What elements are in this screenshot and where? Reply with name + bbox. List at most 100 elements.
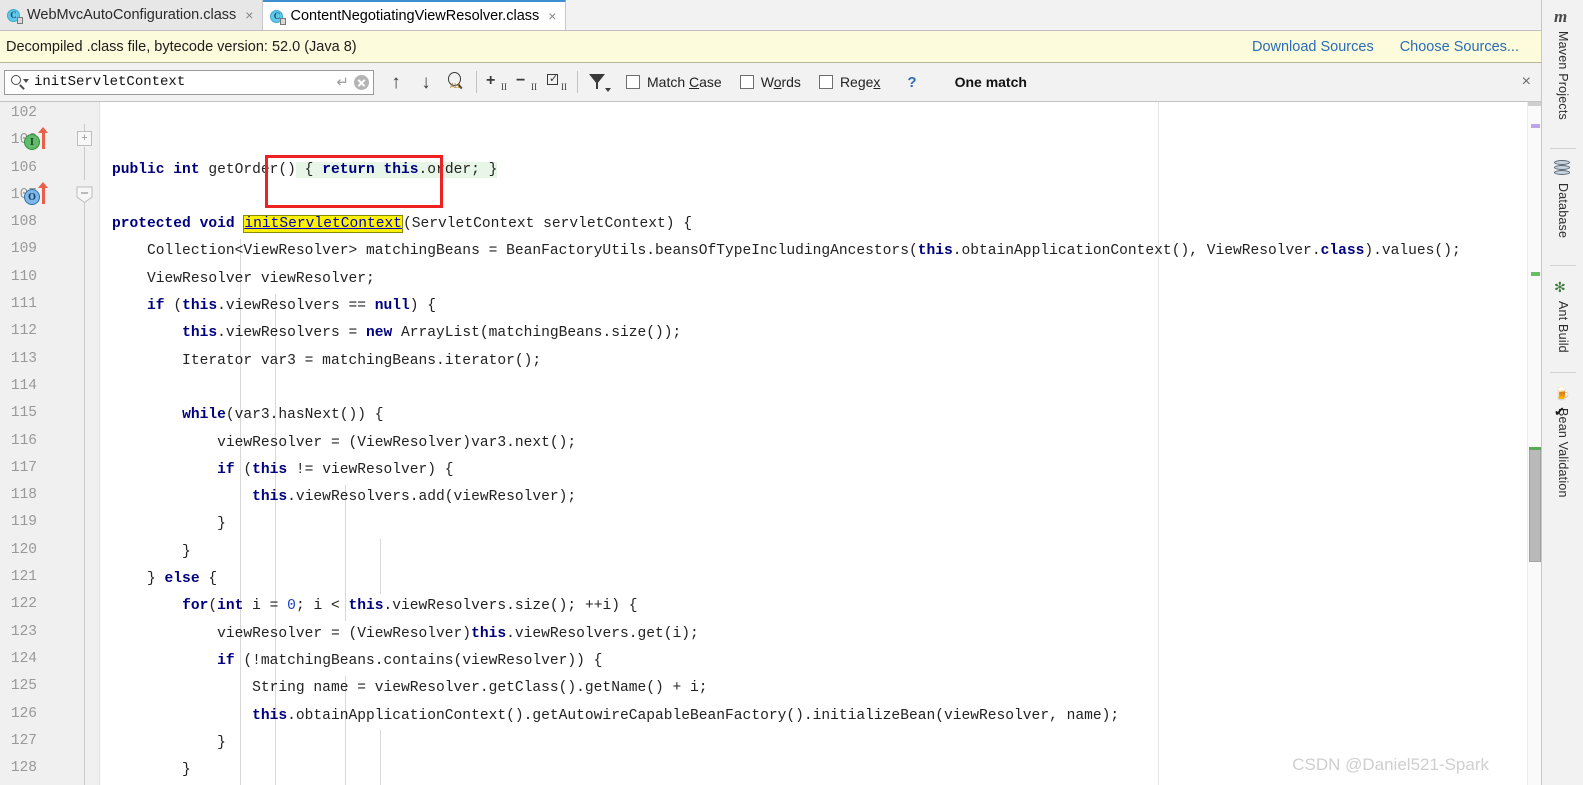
tab-close-icon[interactable]: × xyxy=(245,8,253,22)
line-number: 109 xyxy=(10,241,37,258)
occurrence-sub-glyph: II xyxy=(531,82,537,92)
code-line: viewResolver = (ViewResolver)this.viewRe… xyxy=(112,625,699,642)
enter-icon[interactable]: ↵ xyxy=(331,75,354,90)
regex-help-icon[interactable]: ? xyxy=(907,74,916,91)
search-match-highlight[interactable]: initServletContext xyxy=(243,215,404,234)
database-icon xyxy=(1554,160,1572,178)
overriding-arrow-icon xyxy=(38,181,48,204)
scrollbar-thumb[interactable] xyxy=(1529,447,1541,562)
close-find-bar-icon[interactable]: × xyxy=(1522,74,1531,90)
gutter-line: 102 xyxy=(0,102,99,129)
add-occurrence-button[interactable]: + II xyxy=(482,67,512,97)
find-next-button[interactable]: ↓ xyxy=(411,67,441,97)
line-number: 126 xyxy=(10,705,37,722)
editor-scrollbar[interactable] xyxy=(1527,102,1541,785)
overriding-method-icon[interactable]: O xyxy=(24,188,40,205)
line-number: 116 xyxy=(10,432,37,449)
tab-close-icon[interactable]: × xyxy=(548,9,556,23)
gutter-line: 126 xyxy=(0,703,99,730)
gutter-line: 112 xyxy=(0,320,99,347)
tool-window-ant-build[interactable]: ✻ Ant Build xyxy=(1542,278,1583,353)
gutter-line: 111 xyxy=(0,293,99,320)
find-all-icon: ALL xyxy=(443,70,469,94)
java-class-icon: C xyxy=(7,8,23,24)
checkbox-box[interactable] xyxy=(818,75,833,89)
checkbox-box[interactable] xyxy=(626,75,640,89)
implemented-method-icon[interactable]: I xyxy=(24,134,40,151)
code-line: this.obtainApplicationContext().getAutow… xyxy=(252,707,1120,724)
match-case-checkbox[interactable]: Match Case xyxy=(626,74,722,90)
filter-icon xyxy=(584,70,612,94)
scrollbar-marker-green[interactable] xyxy=(1531,272,1540,276)
gutter-line: 108 xyxy=(0,211,99,238)
code-line: String name = viewResolver.getClass().ge… xyxy=(112,680,708,697)
gutter-line: 109 xyxy=(0,238,99,265)
gutter-line: 117 xyxy=(0,457,99,484)
search-field-wrapper[interactable]: ↵ xyxy=(4,69,374,95)
find-all-button[interactable]: ALL xyxy=(441,67,471,97)
clear-icon[interactable] xyxy=(354,74,369,90)
gutter-line: 127 xyxy=(0,730,99,757)
code-content[interactable]: public int getOrder() { return this.orde… xyxy=(100,102,1527,785)
tool-window-bean-validation[interactable]: 🍺✔ Bean Validation xyxy=(1542,385,1583,498)
code-scroll-area[interactable]: public int getOrder() { return this.orde… xyxy=(100,102,1527,785)
decompiled-notification-bar: Decompiled .class file, bytecode version… xyxy=(0,31,1541,63)
scrollbar-marker-purple[interactable] xyxy=(1531,124,1540,128)
code-line-initservletcontext: protected void initServletContext(Servle… xyxy=(112,215,693,234)
match-case-label: Match Case xyxy=(647,74,722,90)
line-number: 128 xyxy=(10,760,37,777)
search-input[interactable] xyxy=(28,74,332,90)
select-all-icon: ✓ II xyxy=(544,71,570,93)
plus-glyph: + xyxy=(486,72,496,89)
gutter-marker-implemented[interactable]: I xyxy=(24,127,64,153)
line-number: 102 xyxy=(10,105,37,121)
gutter-line: 124 xyxy=(0,648,99,675)
editor-gutter[interactable]: + 102 103 I 106 xyxy=(0,102,100,785)
check-glyph: ✓ xyxy=(549,73,559,85)
gutter-line: 123 xyxy=(0,621,99,648)
code-line: Iterator var3 = matchingBeans.iterator()… xyxy=(112,352,542,369)
find-previous-button[interactable]: ↑ xyxy=(381,67,411,97)
find-toolbar: ↵ ↑ ↓ ALL + II xyxy=(0,63,1541,102)
code-editor: + 102 103 I 106 xyxy=(0,102,1541,785)
gutter-marker-overridden[interactable]: O xyxy=(24,181,64,208)
occurrence-sub-glyph: II xyxy=(561,82,567,92)
remove-occurrence-button[interactable]: − II xyxy=(512,67,542,97)
tab-contentnegotiatingviewresolver[interactable]: C ContentNegotiatingViewResolver.class × xyxy=(263,0,567,30)
code-line: while(var3.hasNext()) { xyxy=(182,407,384,424)
code-line: } xyxy=(112,516,226,533)
tool-window-database[interactable]: Database xyxy=(1542,160,1583,238)
maven-icon: m xyxy=(1554,7,1568,26)
select-all-occurrences-button[interactable]: ✓ II xyxy=(542,67,572,97)
line-number: 125 xyxy=(10,678,37,695)
code-line: ViewResolver viewResolver; xyxy=(112,270,375,287)
choose-sources-link[interactable]: Choose Sources... xyxy=(1400,39,1519,55)
tool-window-label: Ant Build xyxy=(1556,301,1570,353)
code-line: } xyxy=(112,734,226,751)
code-line: if (this.viewResolvers == null) { xyxy=(147,298,437,315)
editor-tab-bar: C WebMvcAutoConfiguration.class × C Cont… xyxy=(0,0,1541,31)
line-number: 112 xyxy=(10,323,37,340)
minus-glyph: − xyxy=(516,72,526,89)
gutter-line: 113 xyxy=(0,348,99,375)
filter-button[interactable] xyxy=(583,67,613,97)
words-checkbox[interactable]: Words xyxy=(739,74,801,90)
gutter-line: 128 xyxy=(0,757,99,784)
code-line: this.viewResolvers = new ArrayList(match… xyxy=(182,325,682,342)
code-line: Collection<ViewResolver> matchingBeans =… xyxy=(112,243,1461,260)
tool-window-maven-projects[interactable]: m Maven Projects xyxy=(1542,8,1583,120)
regex-checkbox[interactable]: Regex xyxy=(818,74,880,90)
remove-selection-icon: − II xyxy=(514,71,540,93)
search-icon[interactable] xyxy=(9,73,29,92)
tool-window-label: Bean Validation xyxy=(1556,408,1570,498)
ant-icon: ✻ xyxy=(1554,279,1566,295)
line-number: 114 xyxy=(10,377,37,394)
tab-webmvcautoconfiguration[interactable]: C WebMvcAutoConfiguration.class × xyxy=(0,0,264,30)
java-class-icon: C xyxy=(270,9,287,25)
download-sources-link[interactable]: Download Sources xyxy=(1252,39,1374,55)
implementing-arrow-icon xyxy=(38,127,48,150)
code-line: if (!matchingBeans.contains(viewResolver… xyxy=(217,652,603,669)
checkbox-box[interactable] xyxy=(739,75,754,89)
words-label: Words xyxy=(760,74,801,90)
